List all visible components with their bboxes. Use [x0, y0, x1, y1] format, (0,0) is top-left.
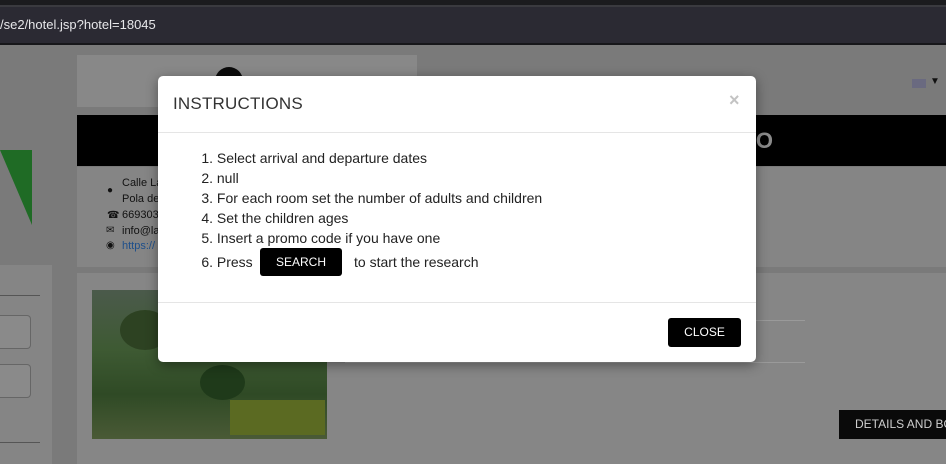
date-input[interactable] [0, 315, 31, 349]
details-and-book-button[interactable]: DETAILS AND BO [839, 410, 946, 439]
date-input[interactable] [0, 364, 31, 398]
modal-title: INSTRUCTIONS [173, 94, 303, 113]
list-item: 6. Press [198, 254, 253, 270]
step-number: 6. [201, 254, 213, 270]
email-text[interactable]: info@la [122, 225, 159, 237]
chevron-down-icon[interactable]: ▼ [930, 76, 940, 87]
list-item: 3. For each room set the number of adult… [198, 190, 542, 206]
decorative-shape [0, 150, 32, 225]
step-number: 1. [201, 150, 213, 166]
location-pin-icon: ● [107, 185, 114, 196]
step-text: Insert a promo code if you have one [216, 230, 441, 246]
step-number: 2. [201, 170, 213, 186]
address-bar[interactable]: /se2/hotel.jsp?hotel=18045 [0, 7, 946, 43]
close-button[interactable]: CLOSE [668, 318, 741, 347]
close-icon[interactable]: × [729, 90, 740, 111]
list-item: 1. Select arrival and departure dates [198, 150, 427, 166]
step-number: 3. [201, 190, 213, 206]
language-flag-icon[interactable] [912, 79, 926, 88]
step-text: Set the children ages [216, 210, 349, 226]
search-button[interactable]: SEARCH [260, 248, 342, 276]
address-line-1: Calle La [122, 177, 163, 189]
photo-detail [230, 400, 325, 435]
modal-footer-divider [158, 302, 756, 303]
mail-icon: ✉ [106, 225, 115, 236]
step-text: null [216, 170, 239, 186]
divider [0, 442, 40, 443]
phone-icon: ☎ [107, 210, 120, 221]
website-link[interactable]: https:// [122, 240, 155, 252]
web-icon: ◉ [106, 240, 115, 251]
modal-header-divider [158, 132, 756, 133]
step-text: Select arrival and departure dates [216, 150, 428, 166]
divider [0, 295, 40, 296]
step-number: 4. [201, 210, 213, 226]
step-number: 5. [201, 230, 213, 246]
instructions-modal: INSTRUCTIONS × 1. Select arrival and dep… [158, 76, 756, 362]
photo-detail [200, 365, 245, 400]
browser-tab-strip [0, 0, 946, 7]
address-line-2: Pola de [122, 193, 160, 205]
step-text: Press [216, 254, 253, 270]
list-item: 5. Insert a promo code if you have one [198, 230, 440, 246]
url-text[interactable]: /se2/hotel.jsp?hotel=18045 [0, 17, 156, 32]
list-item: 2. null [198, 170, 239, 186]
step-text-tail: to start the research [354, 254, 479, 270]
phone-text: 669303 [122, 209, 159, 221]
step-text: For each room set the number of adults a… [216, 190, 543, 206]
list-item: 4. Set the children ages [198, 210, 348, 226]
divider [345, 362, 805, 363]
